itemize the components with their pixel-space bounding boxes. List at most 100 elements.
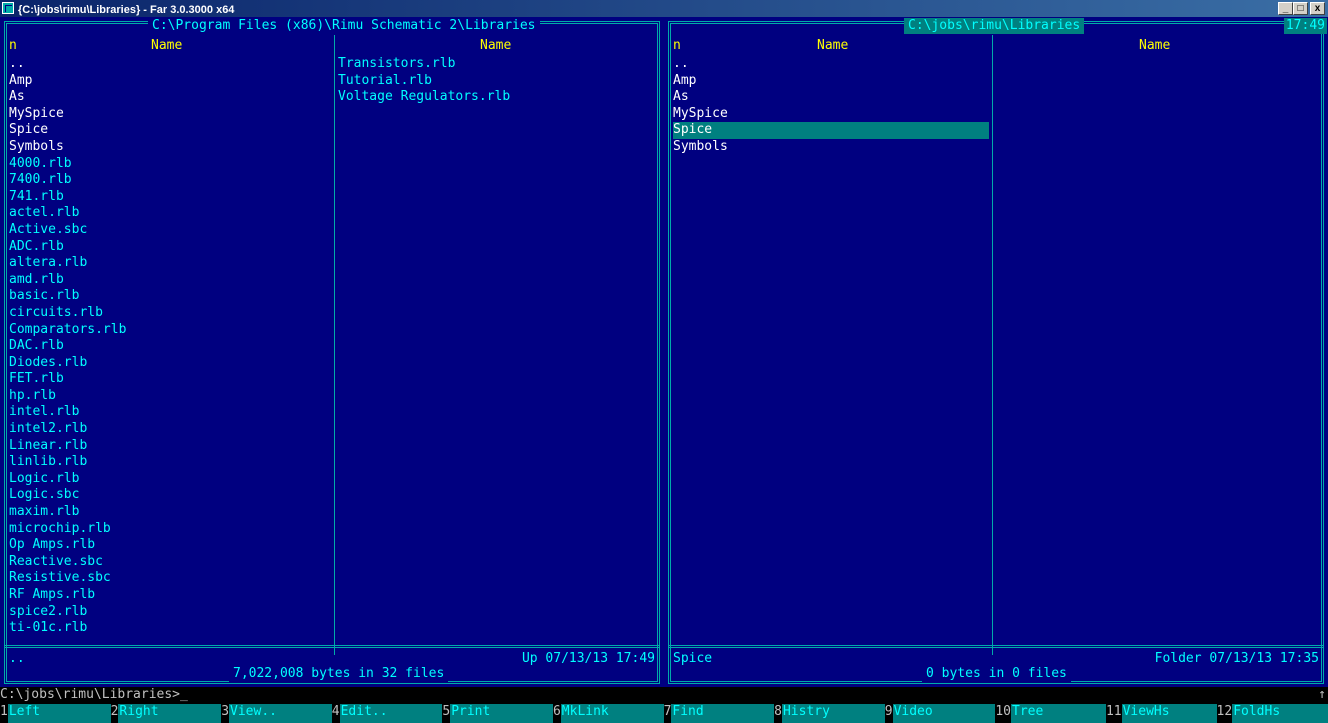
- left-file-item-linlib-rlb[interactable]: linlib.rlb: [9, 454, 331, 471]
- left-file-item-4000-rlb[interactable]: 4000.rlb: [9, 156, 331, 173]
- right-file-item-parent[interactable]: ..: [673, 56, 989, 73]
- fkey-left[interactable]: 1 Left: [0, 704, 111, 723]
- left-file-item-rf-amps-rlb[interactable]: RF Amps.rlb: [9, 587, 331, 604]
- right-column-separator: [992, 35, 993, 655]
- right-status-separator: [668, 645, 1324, 648]
- right-status-info: Folder 07/13/13 17:35: [1154, 651, 1319, 666]
- scroll-up-icon: ↑: [1318, 687, 1326, 702]
- left-file-item-7400-rlb[interactable]: 7400.rlb: [9, 172, 331, 189]
- right-file-list-col1: .. Amp As MySpice Spice Symbols: [673, 56, 989, 156]
- left-col1-header[interactable]: Name: [151, 38, 182, 55]
- fkey-print[interactable]: 5 Print: [442, 704, 553, 723]
- fkey-number: 6: [552, 704, 561, 723]
- left-file-item-parent[interactable]: ..: [9, 56, 331, 73]
- left-file-item-voltage-regulators-rlb[interactable]: Voltage Regulators.rlb: [338, 89, 654, 106]
- left-file-item-as[interactable]: As: [9, 89, 331, 106]
- left-file-item-resistive-sbc[interactable]: Resistive.sbc: [9, 570, 331, 587]
- left-sort-indicator[interactable]: n: [9, 38, 17, 55]
- left-file-item-intel2-rlb[interactable]: intel2.rlb: [9, 421, 331, 438]
- right-file-item-as[interactable]: As: [673, 89, 989, 106]
- function-key-bar: 1 Left 2 Right 3 View.. 4 Edit.. 5 Print 6 MkLink 7 F…: [0, 704, 1328, 723]
- window-title: {C:\jobs\rimu\Libraries} - Far 3.0.3000 …: [18, 4, 235, 16]
- fkey-viewhs[interactable]: 11 ViewHs: [1105, 704, 1217, 723]
- left-file-item-basic-rlb[interactable]: basic.rlb: [9, 288, 331, 305]
- fkey-mklink[interactable]: 6 MkLink: [552, 704, 664, 723]
- left-file-item-logic-rlb[interactable]: Logic.rlb: [9, 471, 331, 488]
- left-file-item-ti-01c-rlb[interactable]: ti-01c.rlb: [9, 620, 331, 637]
- left-file-list-col1: .. Amp As MySpice Spice Symbols 4000.rlb 7400.r…: [9, 56, 331, 637]
- left-file-item-spice[interactable]: Spice: [9, 122, 331, 139]
- right-file-item-myspice[interactable]: MySpice: [673, 106, 989, 123]
- left-file-panel[interactable]: C:\Program Files (x86)\Rimu Schematic 2\…: [4, 18, 660, 684]
- right-panel-footer: 0 bytes in 0 files: [922, 666, 1071, 682]
- fkey-number: 4: [331, 704, 340, 723]
- fkey-label: View..: [229, 704, 332, 723]
- fkey-number: 2: [110, 704, 119, 723]
- left-file-item-hp-rlb[interactable]: hp.rlb: [9, 388, 331, 405]
- left-file-item-linear-rlb[interactable]: Linear.rlb: [9, 438, 331, 455]
- left-file-item-adc-rlb[interactable]: ADC.rlb: [9, 239, 331, 256]
- left-file-item-intel-rlb[interactable]: intel.rlb: [9, 404, 331, 421]
- fkey-number: 1: [0, 704, 8, 723]
- left-file-item-logic-sbc[interactable]: Logic.sbc: [9, 487, 331, 504]
- left-file-item-actel-rlb[interactable]: actel.rlb: [9, 205, 331, 222]
- left-file-item-active-sbc[interactable]: Active.sbc: [9, 222, 331, 239]
- left-file-item-dac-rlb[interactable]: DAC.rlb: [9, 338, 331, 355]
- fkey-view[interactable]: 3 View..: [221, 704, 332, 723]
- left-file-item-spice2-rlb[interactable]: spice2.rlb: [9, 604, 331, 621]
- fkey-foldhs[interactable]: 12 FoldHs: [1216, 704, 1328, 723]
- right-file-item-spice[interactable]: Spice: [673, 122, 989, 139]
- right-col2-header[interactable]: Name: [1139, 38, 1170, 55]
- fkey-label: Edit..: [339, 704, 443, 723]
- fkey-edit[interactable]: 4 Edit..: [331, 704, 443, 723]
- fkey-label: FoldHs: [1232, 704, 1328, 723]
- left-file-item-fet-rlb[interactable]: FET.rlb: [9, 371, 331, 388]
- right-panel-path[interactable]: C:\jobs\rimu\Libraries: [904, 18, 1085, 34]
- left-file-item-tutorial-rlb[interactable]: Tutorial.rlb: [338, 73, 654, 90]
- fkey-label: Find: [671, 704, 775, 723]
- command-prompt[interactable]: C:\jobs\rimu\Libraries>_: [0, 687, 188, 702]
- left-file-item-altera-rlb[interactable]: altera.rlb: [9, 255, 331, 272]
- left-file-item-amp[interactable]: Amp: [9, 73, 331, 90]
- left-file-item-diodes-rlb[interactable]: Diodes.rlb: [9, 355, 331, 372]
- fkey-histry[interactable]: 8 Histry: [774, 704, 885, 723]
- left-file-item-circuits-rlb[interactable]: circuits.rlb: [9, 305, 331, 322]
- fkey-label: MkLink: [560, 704, 664, 723]
- far-app-icon[interactable]: [2, 2, 14, 14]
- right-status-name: Spice: [673, 651, 713, 666]
- left-file-item-reactive-sbc[interactable]: Reactive.sbc: [9, 554, 331, 571]
- fkey-label: Histry: [781, 704, 885, 723]
- left-file-item-transistors-rlb[interactable]: Transistors.rlb: [338, 56, 654, 73]
- window-titlebar[interactable]: {C:\jobs\rimu\Libraries} - Far 3.0.3000 …: [0, 0, 1328, 17]
- left-col2-header[interactable]: Name: [480, 38, 511, 55]
- close-button[interactable]: x: [1310, 2, 1325, 15]
- right-col1-header[interactable]: Name: [817, 38, 848, 55]
- maximize-button[interactable]: □: [1293, 2, 1308, 15]
- fkey-tree[interactable]: 10 Tree: [995, 704, 1106, 723]
- left-status-name: ..: [9, 651, 25, 666]
- right-file-panel[interactable]: C:\jobs\rimu\Libraries 17:49 n Name Name…: [668, 18, 1327, 684]
- left-file-item-myspice[interactable]: MySpice: [9, 106, 331, 123]
- right-file-item-amp[interactable]: Amp: [673, 73, 989, 90]
- fkey-number: 10: [995, 704, 1011, 723]
- left-column-separator: [334, 35, 335, 655]
- right-file-item-symbols[interactable]: Symbols: [673, 139, 989, 156]
- fkey-find[interactable]: 7 Find: [663, 704, 775, 723]
- left-file-item-maxim-rlb[interactable]: maxim.rlb: [9, 504, 331, 521]
- left-status-info: Up 07/13/13 17:49: [521, 651, 655, 666]
- fkey-right[interactable]: 2 Right: [110, 704, 222, 723]
- left-file-item-amd-rlb[interactable]: amd.rlb: [9, 272, 331, 289]
- fkey-number: 8: [774, 704, 782, 723]
- fkey-label: ViewHs: [1121, 704, 1217, 723]
- minimize-button[interactable]: _: [1278, 2, 1293, 15]
- left-file-item-microchip-rlb[interactable]: microchip.rlb: [9, 521, 331, 538]
- command-line[interactable]: C:\jobs\rimu\Libraries>_ ↑: [0, 687, 1328, 704]
- left-file-item-comparators-rlb[interactable]: Comparators.rlb: [9, 322, 331, 339]
- left-file-item-741-rlb[interactable]: 741.rlb: [9, 189, 331, 206]
- fkey-video[interactable]: 9 Video: [884, 704, 996, 723]
- left-file-item-symbols[interactable]: Symbols: [9, 139, 331, 156]
- fkey-number: 3: [221, 704, 230, 723]
- right-sort-indicator[interactable]: n: [673, 38, 681, 55]
- left-file-item-op-amps-rlb[interactable]: Op Amps.rlb: [9, 537, 331, 554]
- left-panel-path[interactable]: C:\Program Files (x86)\Rimu Schematic 2\…: [148, 18, 540, 34]
